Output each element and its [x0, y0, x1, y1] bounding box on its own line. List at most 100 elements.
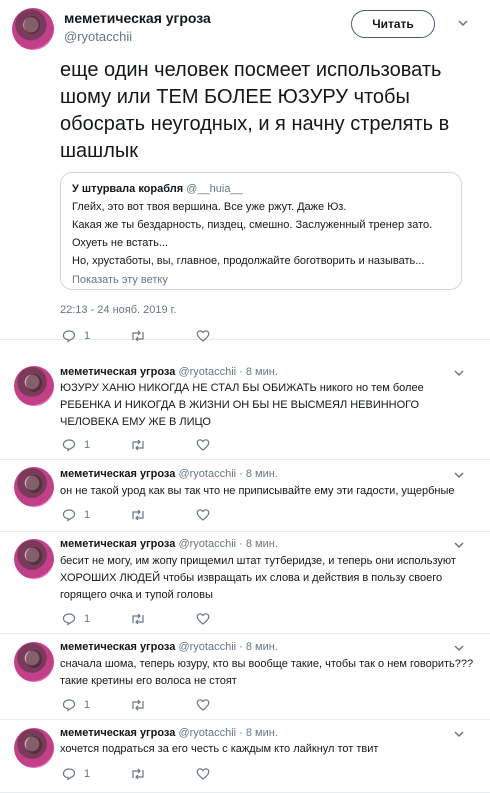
show-thread-link[interactable]: Показать эту ветку	[72, 272, 450, 288]
reply-button[interactable]: 1	[62, 767, 130, 781]
reply-icon	[62, 698, 76, 712]
reply-count: 1	[84, 439, 91, 451]
heart-icon	[196, 698, 210, 712]
tweet-actions: 1	[62, 329, 210, 343]
tweet-actions: 1	[62, 508, 210, 522]
avatar[interactable]	[14, 728, 54, 768]
reply-tweet: меметическая угроза @ryotacchii · 8 мин.…	[0, 356, 490, 460]
chevron-down-icon[interactable]	[458, 18, 468, 28]
chevron-down-icon[interactable]	[454, 540, 464, 550]
chevron-down-icon[interactable]	[454, 729, 464, 739]
author-handle[interactable]: @ryotacchii	[178, 468, 236, 480]
author-handle[interactable]: @ryotacchii	[178, 727, 236, 739]
retweet-icon	[130, 508, 146, 522]
reply-tweet: меметическая угроза @ryotacchii · 8 мин.…	[0, 720, 490, 793]
reply-button[interactable]: 1	[62, 612, 130, 626]
reply-time[interactable]: · 8 мин.	[239, 727, 278, 739]
heart-icon	[196, 612, 210, 626]
avatar[interactable]	[14, 366, 54, 406]
reply-text: бесит не могу, им жопу прищемил штат тут…	[60, 555, 456, 601]
follow-button[interactable]: Читать	[351, 10, 435, 38]
avatar[interactable]	[14, 642, 54, 682]
quoted-text-line: Какая же ты бездарность, пиздец, смешно.…	[72, 219, 433, 231]
main-tweet: меметическая угроза @ryotacchii Читать е…	[0, 0, 490, 343]
author-name[interactable]: меметическая угроза	[60, 538, 175, 550]
retweet-button[interactable]	[130, 698, 196, 712]
author-handle[interactable]: @ryotacchii	[178, 538, 236, 550]
reply-header: меметическая угроза @ryotacchii · 8 мин.	[60, 366, 278, 378]
quoted-text-line: Глейх, это вот твоя вершина. Все уже ржу…	[72, 201, 347, 213]
reply-icon	[62, 767, 76, 781]
heart-icon	[196, 438, 210, 452]
author-name[interactable]: меметическая угроза	[60, 641, 175, 653]
reply-button[interactable]: 1	[62, 438, 130, 452]
tweet-actions: 1	[62, 698, 210, 712]
reply-time[interactable]: · 8 мин.	[239, 538, 278, 550]
like-button[interactable]	[196, 698, 210, 712]
quoted-author-name: У штурвала корабля	[72, 183, 184, 195]
retweet-icon	[130, 767, 146, 781]
avatar[interactable]	[14, 539, 54, 579]
reply-text: сначала шома, теперь юзуру, кто вы вообщ…	[60, 658, 474, 687]
retweet-button[interactable]	[130, 767, 196, 781]
author-handle[interactable]: @ryotacchii	[178, 641, 236, 653]
reply-header: меметическая угроза @ryotacchii · 8 мин.	[60, 538, 278, 550]
reply-icon	[62, 329, 76, 343]
reply-button[interactable]: 1	[62, 329, 130, 343]
heart-icon	[196, 329, 210, 343]
quoted-text-line: Но, хрустаботы, вы, главное, продолжайте…	[72, 255, 425, 267]
reply-text: хочется подраться за его честь с каждым …	[60, 743, 379, 755]
reply-tweet: меметическая угроза @ryotacchii · 8 мин.…	[0, 460, 490, 532]
reply-count: 1	[84, 768, 91, 780]
like-button[interactable]	[196, 438, 210, 452]
reply-time[interactable]: · 8 мин.	[239, 366, 278, 378]
retweet-button[interactable]	[130, 508, 196, 522]
tweet-actions: 1	[62, 438, 210, 452]
retweet-button[interactable]	[130, 329, 196, 343]
author-name[interactable]: меметическая угроза	[60, 468, 175, 480]
quoted-text-line: Охуеть не встать...	[72, 237, 169, 249]
author-name[interactable]: меметическая угроза	[60, 366, 175, 378]
author-name[interactable]: меметическая угроза	[64, 10, 211, 26]
author-name[interactable]: меметическая угроза	[60, 727, 175, 739]
heart-icon	[196, 767, 210, 781]
tweet-timestamp[interactable]: 22:13 - 24 нояб. 2019 г.	[60, 304, 176, 316]
like-button[interactable]	[196, 767, 210, 781]
reply-header: меметическая угроза @ryotacchii · 8 мин.	[60, 727, 278, 739]
retweet-icon	[130, 698, 146, 712]
reply-icon	[62, 612, 76, 626]
reply-icon	[62, 508, 76, 522]
chevron-down-icon[interactable]	[454, 643, 464, 653]
retweet-icon	[130, 612, 146, 626]
reply-button[interactable]: 1	[62, 508, 130, 522]
heart-icon	[196, 508, 210, 522]
reply-tweet: меметическая угроза @ryotacchii · 8 мин.…	[0, 634, 490, 720]
reply-header: меметическая угроза @ryotacchii · 8 мин.	[60, 468, 278, 480]
reply-button[interactable]: 1	[62, 698, 130, 712]
reply-count: 1	[84, 699, 91, 711]
reply-header: меметическая угроза @ryotacchii · 8 мин.	[60, 641, 278, 653]
reply-time[interactable]: · 8 мин.	[239, 468, 278, 480]
reply-text: ЮЗУРУ ХАНЮ НИКОГДА НЕ СТАЛ БЫ ОБИЖАТЬ ни…	[60, 382, 424, 428]
retweet-icon	[130, 329, 146, 343]
quoted-tweet[interactable]: У штурвала корабля @__huia__ Глейх, это …	[60, 172, 462, 290]
retweet-button[interactable]	[130, 612, 196, 626]
reply-count: 1	[84, 613, 91, 625]
like-button[interactable]	[196, 612, 210, 626]
author-handle[interactable]: @ryotacchii	[178, 366, 236, 378]
avatar[interactable]	[12, 8, 54, 50]
reply-icon	[62, 438, 76, 452]
author-handle[interactable]: @ryotacchii	[64, 29, 132, 44]
quoted-tweet-header: У штурвала корабля @__huia__	[72, 182, 450, 196]
tweet-text: еще один человек посмеет использовать шо…	[60, 59, 450, 162]
chevron-down-icon[interactable]	[454, 368, 464, 378]
like-button[interactable]	[196, 329, 210, 343]
retweet-icon	[130, 438, 146, 452]
chevron-down-icon[interactable]	[454, 470, 464, 480]
like-button[interactable]	[196, 508, 210, 522]
reply-text: он не такой урод как вы так что не припи…	[60, 485, 455, 497]
reply-time[interactable]: · 8 мин.	[239, 641, 278, 653]
retweet-button[interactable]	[130, 438, 196, 452]
avatar[interactable]	[14, 467, 54, 507]
tweet-actions: 1	[62, 612, 210, 626]
